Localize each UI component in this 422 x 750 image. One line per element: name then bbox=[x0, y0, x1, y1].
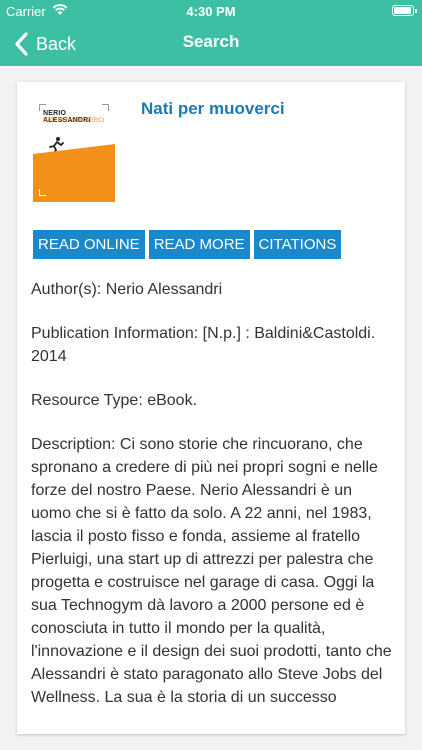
cover-title: NATI PER MUOVERCI bbox=[43, 118, 105, 124]
book-title[interactable]: Nati per muoverci bbox=[141, 99, 285, 119]
book-cover[interactable]: NERIO ALESSANDRI NATI PER MUOVERCI bbox=[33, 98, 115, 202]
authors-field: Author(s): Nerio Alessandri bbox=[31, 281, 223, 298]
read-more-button[interactable]: READ MORE bbox=[148, 230, 250, 259]
resource-type-field: Resource Type: eBook. bbox=[31, 392, 198, 409]
action-buttons: READ ONLINE READ MORE CITATIONS bbox=[33, 230, 342, 259]
status-bar: Carrier 4:30 PM bbox=[0, 0, 422, 22]
nav-bar: Back Search bbox=[0, 22, 422, 66]
citations-button[interactable]: CITATIONS bbox=[253, 230, 342, 259]
description-field: Description: Ci sono storie che rincuora… bbox=[31, 436, 392, 706]
read-online-button[interactable]: READ ONLINE bbox=[33, 230, 145, 259]
search-result-card: NERIO ALESSANDRI NATI PER MUOVERCI Nati … bbox=[17, 82, 405, 734]
page-title: Search bbox=[182, 32, 240, 51]
publication-field: Publication Information: [N.p.] : Baldin… bbox=[31, 325, 376, 365]
clock: 4:30 PM bbox=[186, 4, 236, 19]
battery-icon bbox=[392, 5, 417, 16]
crop-mark bbox=[39, 189, 46, 196]
